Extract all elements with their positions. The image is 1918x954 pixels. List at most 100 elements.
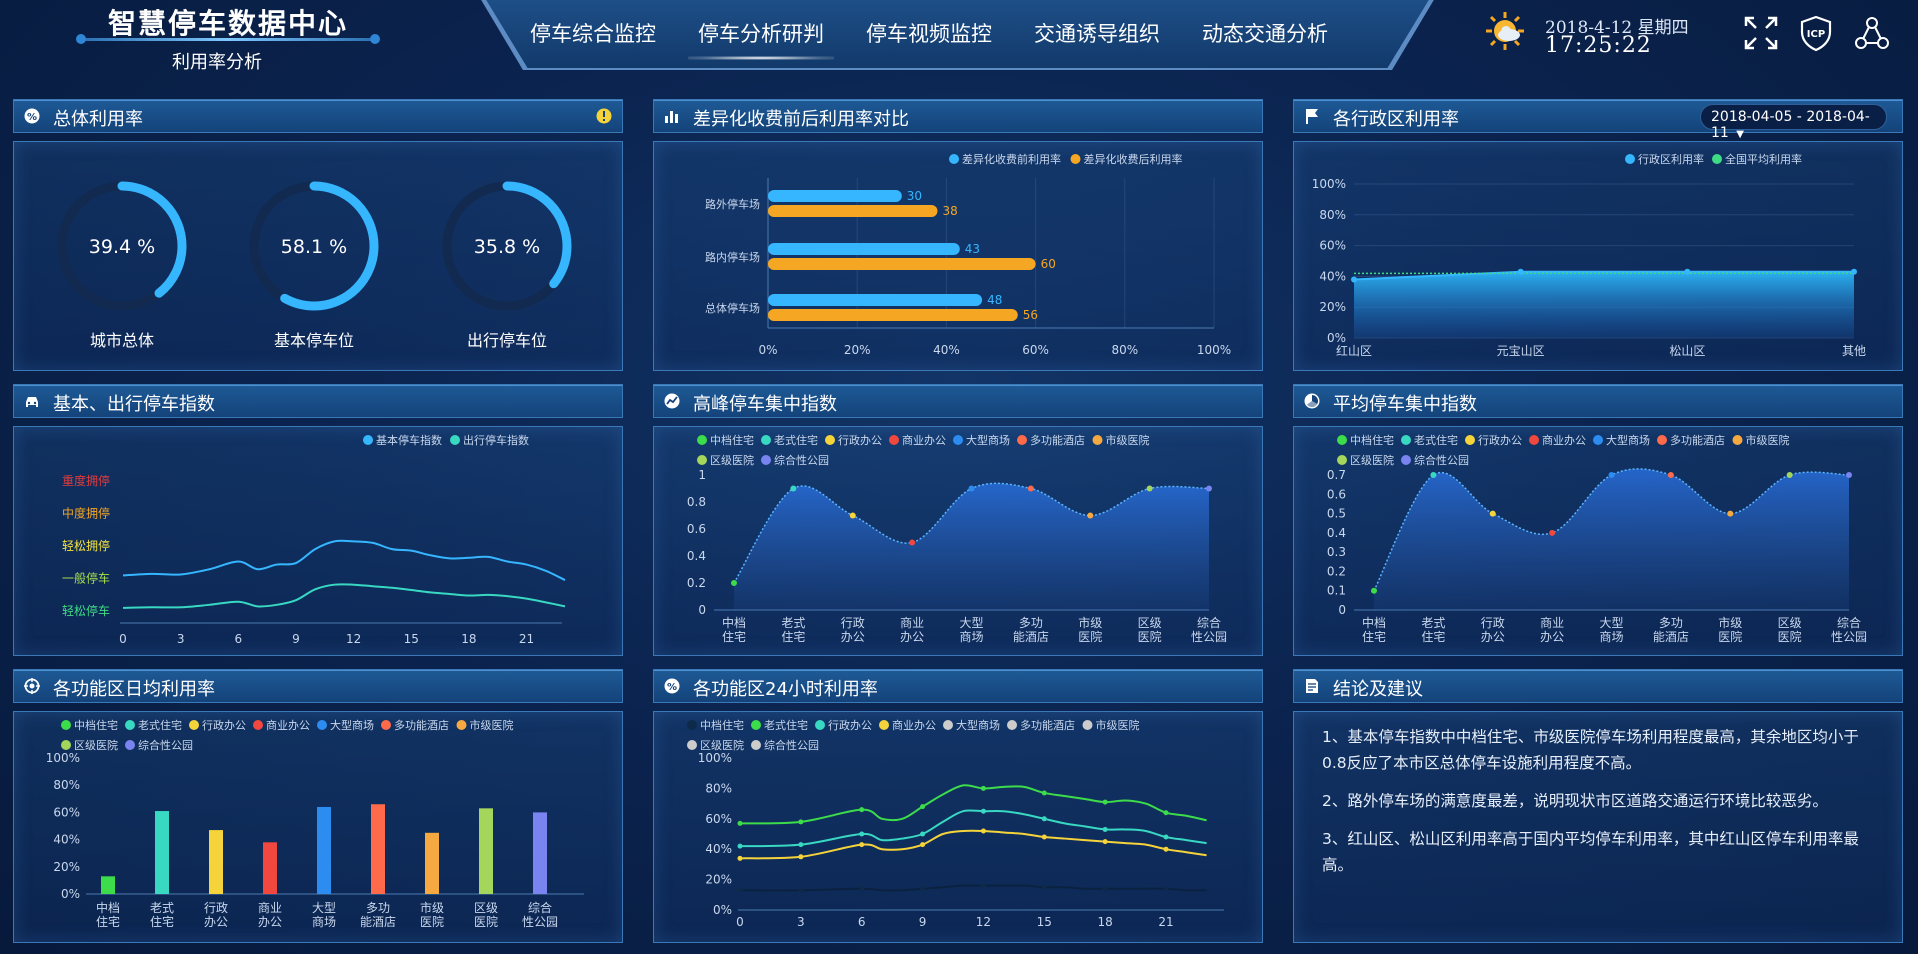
date-range-picker[interactable]: 2018-04-05 - 2018-04-11 ▼ (1700, 104, 1887, 141)
x-tick: 医院 (1718, 630, 1742, 644)
y-tick: 100% (1312, 177, 1346, 191)
legend-label: 中档住宅 (710, 433, 754, 447)
x-tick: 区级 (1138, 616, 1162, 630)
x-tick: 住宅 (150, 914, 174, 929)
conclusion-item: 2、路外停车场的满意度最差，说明现状市区道路交通运行环境比较恶劣。 (1322, 792, 1828, 810)
legend-label: 商业办公 (1542, 433, 1586, 447)
legend-label: 老式住宅 (764, 718, 808, 732)
legend-marker (1529, 435, 1539, 445)
legend-label: 多功能酒店 (1030, 433, 1085, 447)
data-point (1102, 799, 1108, 805)
legend-marker (949, 154, 959, 164)
legend-label: 区级医院 (700, 738, 744, 752)
legend-label: 出行停车指数 (463, 433, 529, 447)
nav-item-traffic[interactable]: 动态交通分析 (1202, 18, 1328, 48)
x-tick: 商场 (959, 629, 983, 644)
x-tick: 6 (858, 915, 866, 929)
x-tick: 18 (461, 632, 476, 646)
y-tick: 100% (46, 751, 80, 765)
panel-title-avg: 平均停车集中指数 (1293, 384, 1903, 418)
x-tick: 住宅 (722, 629, 746, 644)
bar (425, 832, 439, 894)
panel-hourly: 中档住宅 老式住宅 行政办公 商业办公 大型商场 多功能酒店 市级医院 区级医院 综合性公园 10… (653, 711, 1263, 943)
icp-shield-icon[interactable]: ICP (1797, 14, 1835, 52)
x-tick: 9 (292, 632, 300, 646)
data-point (1163, 810, 1169, 816)
data-point (1041, 816, 1047, 822)
data-point (1087, 512, 1094, 519)
legend-marker (1593, 435, 1603, 445)
x-tick: 老式 (781, 616, 805, 630)
legend-marker (825, 435, 835, 445)
data-point (1206, 485, 1212, 492)
nav-item-guidance[interactable]: 交通诱导组织 (1034, 18, 1160, 48)
data-point (790, 485, 797, 492)
x-tick: 住宅 (1362, 629, 1386, 644)
legend-label: 大型商场 (1606, 433, 1650, 447)
data-point (731, 580, 737, 586)
y-tick: 80% (53, 778, 80, 792)
y-level: 中度拥停 (62, 506, 110, 521)
legend-label: 中档住宅 (74, 718, 118, 732)
panel-basic-index: 基本停车指数 出行停车指数 重度拥停 中度拥停 轻松拥停 一般停车 轻松停车 0 3 6 9 12 15… (13, 426, 623, 656)
data-point (1102, 826, 1108, 832)
bar-value: 38 (942, 204, 957, 218)
legend-label: 老式住宅 (138, 718, 182, 732)
data-point (1351, 276, 1357, 283)
panel-district: 行政区利用率 全国平均利用率 100% 80% 60% 40% 20% 0% 红山区 元宝山区 松山… (1293, 141, 1903, 371)
series-line (739, 809, 1207, 848)
bar (533, 812, 547, 894)
panel-avg: 中档住宅 老式住宅 行政办公 商业办公 大型商场 多功能酒店 市级医院 区级医院 综合性公园 0.… (1293, 426, 1903, 656)
panel-title-peak: 高峰停车集中指数 (653, 384, 1263, 418)
panel-title-text: 各行政区利用率 (1333, 109, 1459, 130)
data-point (1027, 485, 1034, 492)
panel-title-basic-index: 基本、出行停车指数 (13, 384, 623, 418)
x-tick: 商场 (312, 914, 336, 929)
x-tick: 行政 (841, 616, 865, 630)
current-time: 17:25:22 (1545, 33, 1652, 58)
warning-icon[interactable] (596, 108, 612, 124)
nav-item-monitor[interactable]: 停车综合监控 (530, 18, 656, 48)
legend-marker (1337, 455, 1347, 465)
x-tick: 红山区 (1336, 343, 1372, 358)
y-tick: 0.4 (1327, 526, 1346, 540)
legend-marker (943, 720, 953, 730)
nav-item-video[interactable]: 停车视频监控 (866, 18, 992, 48)
x-tick: 商业 (900, 615, 924, 630)
x-tick: 中档 (722, 615, 746, 630)
legend-marker (253, 720, 263, 730)
y-tick: 60% (705, 812, 732, 826)
data-point (1608, 472, 1615, 478)
legend-marker (1657, 435, 1667, 445)
x-tick: 能酒店 (1013, 630, 1049, 644)
fullscreen-icon[interactable] (1742, 14, 1780, 52)
svg-text:%: % (667, 682, 677, 693)
panel-title-overall: % 总体利用率 (13, 99, 623, 133)
y-tick: 0.6 (1327, 487, 1346, 501)
panel-title-text: 平均停车集中指数 (1333, 394, 1477, 415)
x-tick: 12 (346, 632, 361, 646)
legend-label: 行政办公 (838, 433, 882, 447)
x-tick: 能酒店 (1653, 630, 1689, 644)
x-tick: 能酒店 (360, 915, 396, 929)
area-fill (1354, 271, 1854, 338)
legend-label: 商业办公 (892, 718, 936, 732)
parking-index-line-chart: 基本停车指数 出行停车指数重度拥停中度拥停轻松拥停一般停车轻松停车 0 3 6 9 12 15… (62, 433, 566, 646)
y-tick: 60% (53, 805, 80, 819)
x-tick: 中档 (1362, 615, 1386, 630)
pie-chart-icon (1304, 393, 1320, 409)
area-fill (734, 483, 1209, 610)
legend-label: 多功能酒店 (394, 718, 449, 732)
panel-overall: 39.4 % 58.1 % 35.8 % 城市总体 基本停车位 出行停车位 (13, 141, 623, 371)
x-tick: 松山区 (1669, 344, 1705, 358)
caret-down-icon: ▼ (1736, 129, 1744, 140)
data-point (920, 842, 926, 848)
category-label: 总体停车场 (705, 301, 760, 315)
share-network-icon[interactable] (1853, 14, 1891, 52)
panel-title-text: 结论及建议 (1333, 679, 1423, 700)
bar-value: 60 (1041, 257, 1056, 271)
x-tick: 大型 (312, 901, 336, 915)
x-tick: 0 (736, 915, 744, 929)
nav-item-analysis[interactable]: 停车分析研判 (688, 18, 834, 60)
x-tick: 商场 (1599, 629, 1623, 644)
